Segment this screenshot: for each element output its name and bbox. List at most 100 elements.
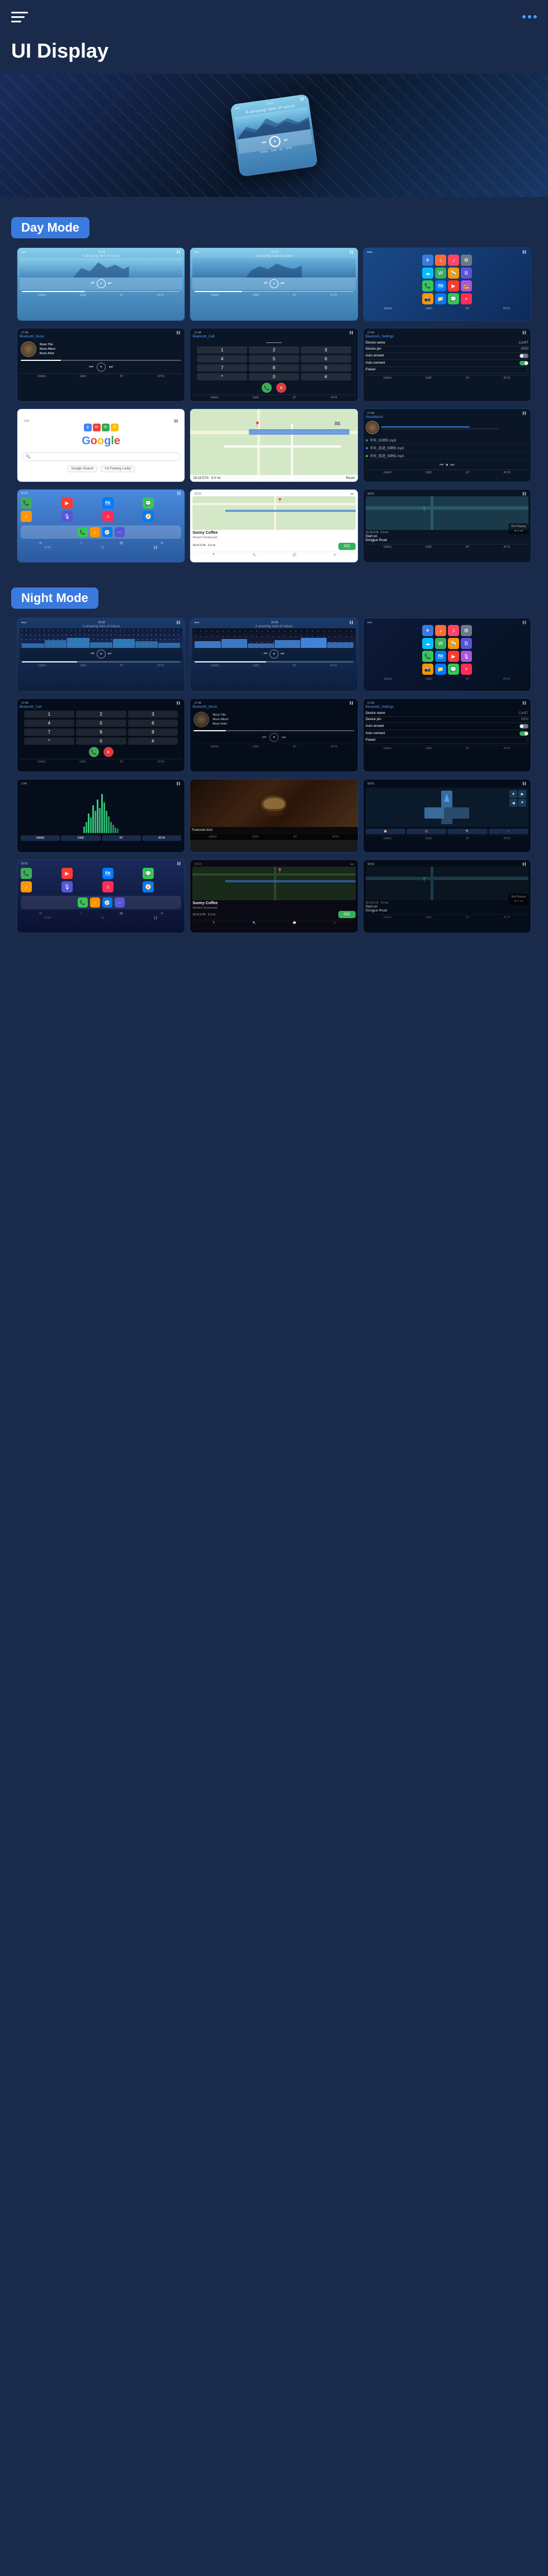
app-icon-settings[interactable]: ⚙ <box>461 255 472 266</box>
night-app-icon-music[interactable]: ♪ <box>435 625 446 636</box>
auto-connect-toggle[interactable] <box>519 361 528 365</box>
ios-dock-apps[interactable]: ⋯ <box>115 527 125 537</box>
app-icon-youtube[interactable]: ▶ <box>448 280 459 292</box>
nav-btn-home[interactable]: 🏠 <box>366 829 405 834</box>
night-app-icon-telegram[interactable]: ✈ <box>422 625 433 636</box>
night-numpad-4[interactable]: 4 <box>24 720 74 727</box>
night-numpad-star[interactable]: * <box>24 737 74 745</box>
app-icon-phone[interactable]: 📞 <box>422 280 433 292</box>
app-icon-msg[interactable]: 💬 <box>448 293 459 304</box>
night-numpad-2[interactable]: 2 <box>76 711 126 718</box>
nav-grid-btn-2[interactable]: ▶ <box>518 790 526 798</box>
ios-dock-phone[interactable]: 📞 <box>78 527 88 537</box>
app-icon-music[interactable]: ♪ <box>435 255 446 266</box>
numpad-8[interactable]: 8 <box>249 364 299 372</box>
app-icon-spotify[interactable]: ♫ <box>448 255 459 266</box>
numpad-7[interactable]: 7 <box>197 364 247 372</box>
night-ios-app-safari[interactable]: 🧭 <box>143 881 154 892</box>
night-ios-app-msg[interactable]: 💬 <box>143 868 154 879</box>
ios-dock-safari[interactable]: 🧭 <box>102 527 112 537</box>
numpad-star[interactable]: * <box>197 373 247 380</box>
nav-grid-btn-1[interactable]: ▲ <box>509 790 517 798</box>
night-ios-app-youtube[interactable]: ▶ <box>62 868 73 879</box>
night-app-icon-spotify[interactable]: ♫ <box>448 625 459 636</box>
app-icon-waze[interactable]: W <box>435 267 446 279</box>
app-icon-waze2[interactable]: 📡 <box>448 267 459 279</box>
ios-app-whatsapp[interactable]: 💬 <box>143 497 154 509</box>
google-lucky-btn[interactable]: I'm Feeling Lucky <box>101 466 135 472</box>
wave-nav-4[interactable]: ATV5 <box>142 835 181 841</box>
night-app-icon-cam[interactable]: 📷 <box>422 664 433 675</box>
app-icon-radio[interactable]: 📻 <box>461 280 472 292</box>
app-icon-bt[interactable]: B <box>461 267 472 279</box>
ios-app-youtube[interactable]: ▶ <box>62 497 73 509</box>
ios-app-music[interactable]: ♪ <box>21 511 32 522</box>
night-numpad-9[interactable]: 9 <box>128 728 178 736</box>
header-dots-icon[interactable] <box>522 15 537 18</box>
night-ios-dock-music[interactable]: ♪ <box>90 897 100 908</box>
numpad-5[interactable]: 5 <box>249 355 299 363</box>
night-numpad-1[interactable]: 1 <box>24 711 74 718</box>
nav-grid-btn-4[interactable]: ▼ <box>518 799 526 807</box>
app-icon-telegram[interactable]: ✈ <box>422 255 433 266</box>
night-app-icon-msg[interactable]: 💬 <box>448 664 459 675</box>
numpad-6[interactable]: 6 <box>301 355 351 363</box>
numpad-0[interactable]: 0 <box>249 373 299 380</box>
ios-app-phone[interactable]: 📞 <box>21 497 32 509</box>
ios-app-maps[interactable]: 🗺 <box>102 497 114 509</box>
app-icon-files[interactable]: 📁 <box>435 293 446 304</box>
night-ios-dock-safari[interactable]: 🧭 <box>102 897 112 908</box>
night-numpad-7[interactable]: 7 <box>24 728 74 736</box>
night-numpad-5[interactable]: 5 <box>76 720 126 727</box>
ios-app-podcast[interactable]: 🎙 <box>62 511 73 522</box>
night-app-icon-settings[interactable]: ⚙ <box>461 625 472 636</box>
google-search-btn[interactable]: Google Search <box>67 466 97 472</box>
wave-nav-2[interactable]: GMD <box>61 835 100 841</box>
google-search-bar[interactable]: 🔍 <box>22 452 180 461</box>
call-end-btn[interactable]: ✕ <box>276 383 286 393</box>
wave-nav-1[interactable]: EMAS <box>21 835 60 841</box>
night-app-icon-waze[interactable]: W <box>435 638 446 649</box>
night-numpad-3[interactable]: 3 <box>128 711 178 718</box>
numpad-1[interactable]: 1 <box>197 346 247 354</box>
night-call-answer-btn[interactable]: 📞 <box>89 747 99 757</box>
night-app-icon-phone[interactable]: 📞 <box>422 651 433 662</box>
night-ios-app-podcast[interactable]: 🎙 <box>62 881 73 892</box>
night-app-icon-weather[interactable]: ☁ <box>422 638 433 649</box>
nav-btn-work[interactable]: 💼 <box>407 829 446 834</box>
numpad-2[interactable]: 2 <box>249 346 299 354</box>
night-go-button[interactable]: GO <box>338 911 356 918</box>
nav-grid-btn-3[interactable]: ◀ <box>509 799 517 807</box>
menu-icon[interactable] <box>11 7 31 27</box>
night-numpad-6[interactable]: 6 <box>128 720 178 727</box>
app-icon-camera[interactable]: 📷 <box>422 293 433 304</box>
night-ios-dock-phone[interactable]: 📞 <box>78 897 88 908</box>
go-button[interactable]: GO <box>338 543 356 550</box>
night-app-icon-youtube[interactable]: ▶ <box>448 651 459 662</box>
ios-app-tiktok[interactable]: ♫ <box>102 511 114 522</box>
night-app-icon-bt[interactable]: B <box>461 638 472 649</box>
app-icon-more[interactable]: + <box>461 293 472 304</box>
night-app-icon-maps[interactable]: 🗺 <box>435 651 446 662</box>
night-numpad-8[interactable]: 8 <box>76 728 126 736</box>
nav-btn-menu[interactable]: ≡ <box>489 829 528 834</box>
auto-answer-toggle[interactable] <box>519 354 528 358</box>
night-ios-app-music[interactable]: ♪ <box>21 881 32 892</box>
night-call-end-btn[interactable]: ✕ <box>103 747 114 757</box>
night-auto-answer-toggle[interactable] <box>519 724 528 728</box>
night-auto-connect-toggle[interactable] <box>519 731 528 736</box>
night-app-icon-radio[interactable]: 📡 <box>448 638 459 649</box>
night-numpad-hash[interactable]: # <box>128 737 178 745</box>
night-ios-app-maps[interactable]: 🗺 <box>102 868 114 879</box>
nav-btn-search[interactable]: 🔍 <box>447 829 487 834</box>
night-app-icon-podcast[interactable]: 🎙 <box>461 651 472 662</box>
night-ios-dock-apps[interactable]: ⋯ <box>115 897 125 908</box>
night-app-icon-more[interactable]: + <box>461 664 472 675</box>
night-ios-app-tiktok[interactable]: ♫ <box>102 881 114 892</box>
night-app-icon-files[interactable]: 📁 <box>435 664 446 675</box>
ios-dock-music[interactable]: ♪ <box>90 527 100 537</box>
night-numpad-0[interactable]: 0 <box>76 737 126 745</box>
ios-app-safari[interactable]: 🧭 <box>143 511 154 522</box>
app-icon-weather[interactable]: ☁ <box>422 267 433 279</box>
night-ios-app-phone[interactable]: 📞 <box>21 868 32 879</box>
